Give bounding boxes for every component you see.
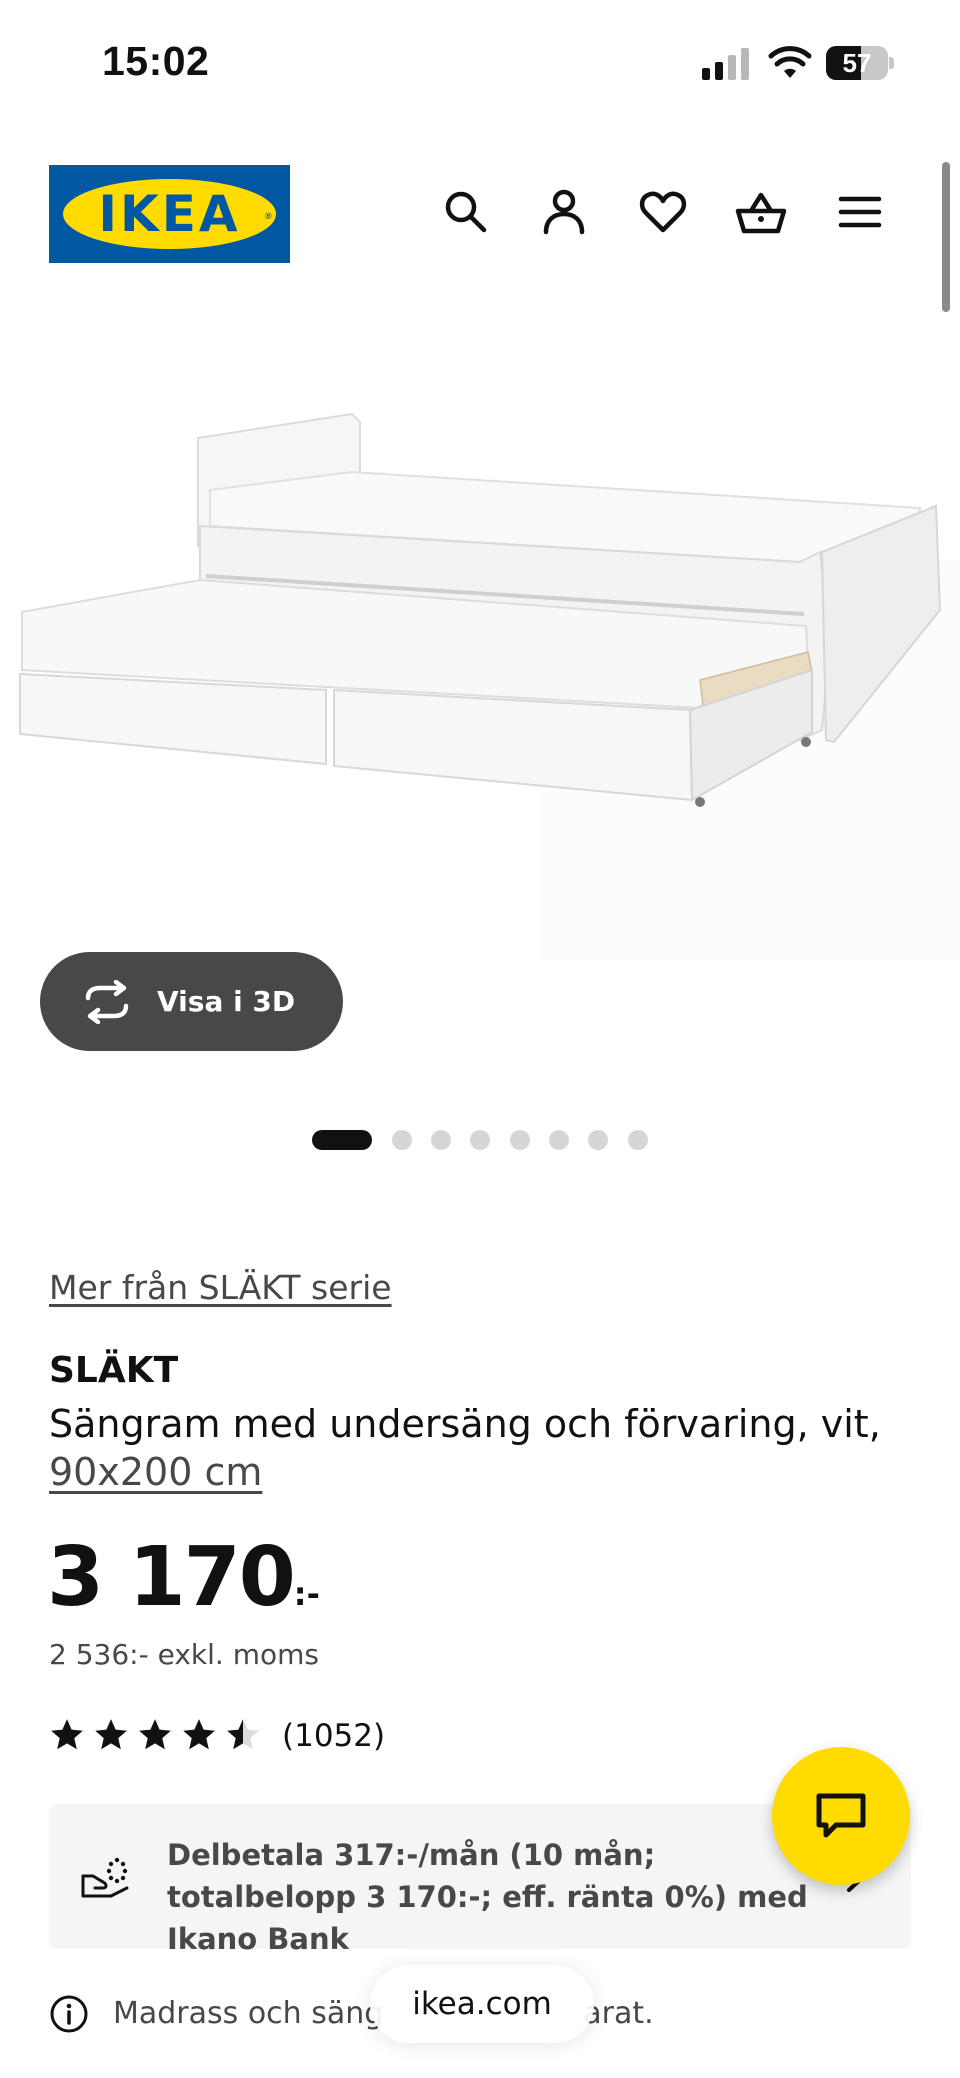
- carousel-dot[interactable]: [470, 1130, 490, 1150]
- price-amount: 3 170: [47, 1530, 296, 1625]
- view-3d-label: Visa i 3D: [157, 985, 296, 1018]
- info-icon: [50, 1995, 88, 2033]
- star-half-icon: [227, 1719, 259, 1750]
- star-icon: [183, 1719, 215, 1750]
- carousel-dot[interactable]: [312, 1130, 372, 1150]
- chat-button[interactable]: [772, 1747, 910, 1885]
- search-icon[interactable]: [438, 184, 494, 240]
- product-image[interactable]: [0, 330, 960, 970]
- menu-icon[interactable]: [832, 184, 888, 240]
- battery-icon: 57: [826, 46, 894, 80]
- chat-icon: [816, 1793, 866, 1838]
- battery-percent: 57: [842, 48, 872, 78]
- cellular-signal-icon: [702, 48, 750, 80]
- carousel-dot[interactable]: [628, 1130, 648, 1150]
- account-icon[interactable]: [536, 184, 592, 240]
- carousel-dot[interactable]: [392, 1130, 412, 1150]
- product-description: Sängram med undersäng och förvaring, vit…: [49, 1400, 929, 1496]
- status-time: 15:02: [102, 38, 210, 84]
- info-note-text-start: Madrass och säng: [113, 1996, 384, 2031]
- carousel-dot[interactable]: [431, 1130, 451, 1150]
- site-header: IKEA ®: [0, 150, 960, 270]
- series-link[interactable]: Mer från SLÄKT serie: [49, 1268, 392, 1307]
- product-price: 3 170:-: [47, 1530, 320, 1625]
- rating-count: (1052): [282, 1718, 386, 1754]
- wifi-icon: [768, 46, 812, 78]
- star-icon: [139, 1719, 171, 1750]
- heart-icon[interactable]: [635, 184, 691, 240]
- product-size-link[interactable]: 90x200 cm: [49, 1450, 262, 1494]
- product-description-text: Sängram med undersäng och förvaring, vit…: [49, 1402, 881, 1446]
- basket-icon[interactable]: [733, 184, 789, 240]
- logo-text: IKEA: [98, 185, 241, 243]
- rotate-3d-icon: [85, 980, 129, 1024]
- price-suffix: :-: [293, 1575, 320, 1613]
- price-excl-vat: 2 536:- exkl. moms: [49, 1638, 319, 1671]
- browser-url-bar[interactable]: ikea.com: [370, 1965, 594, 2043]
- view-3d-button[interactable]: Visa i 3D: [40, 952, 343, 1051]
- carousel-dot[interactable]: [588, 1130, 608, 1150]
- scroll-indicator[interactable]: [942, 162, 950, 312]
- carousel-dot[interactable]: [510, 1130, 530, 1150]
- financing-text: Delbetala 317:-/mån (10 mån; totalbelopp…: [167, 1838, 808, 1956]
- carousel-dot[interactable]: [549, 1130, 569, 1150]
- product-name: SLÄKT: [49, 1350, 179, 1391]
- ikea-logo[interactable]: IKEA ®: [49, 165, 290, 263]
- status-bar: 15:02 57: [0, 0, 960, 130]
- star-icon: [51, 1719, 83, 1750]
- star-icon: [95, 1719, 127, 1750]
- hand-coins-icon: [81, 1857, 129, 1898]
